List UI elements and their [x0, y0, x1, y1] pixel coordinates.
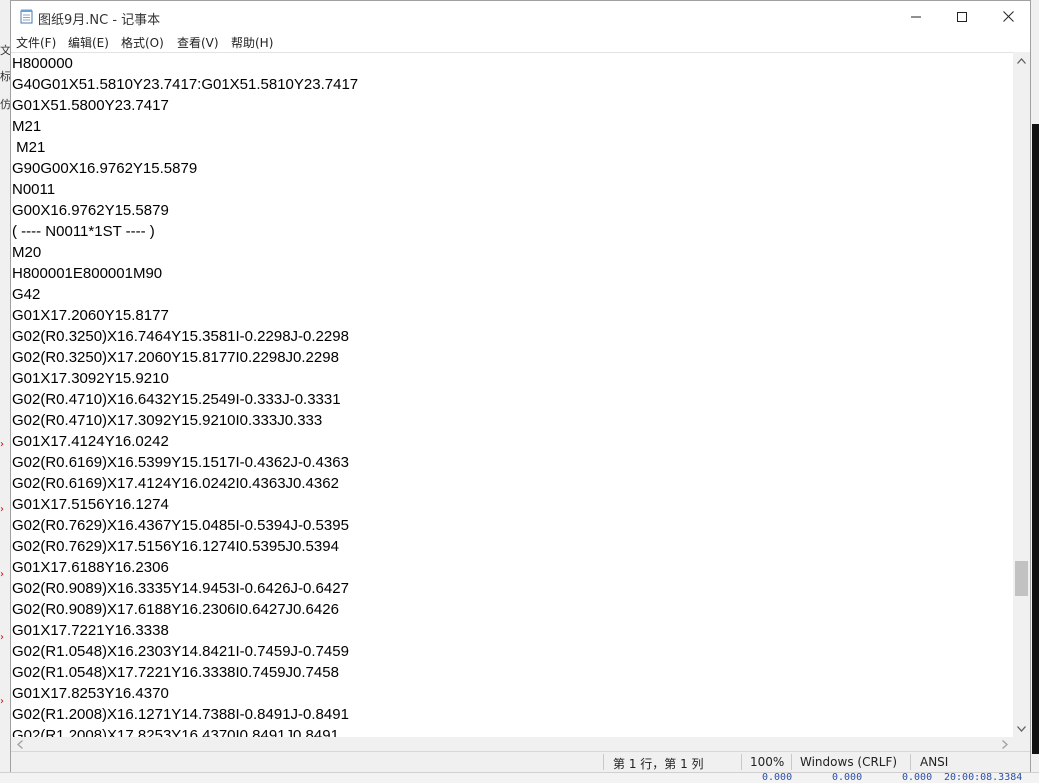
menu-bar: 文件(F) 编辑(E) 格式(O) 查看(V) 帮助(H) — [11, 32, 1030, 52]
text-line: G02(R0.6169)X17.4124Y16.0242I0.4363J0.43… — [12, 475, 339, 492]
line-ending: Windows (CRLF) — [800, 755, 898, 769]
maximize-button[interactable] — [939, 1, 985, 32]
chevron-down-icon — [1017, 725, 1026, 732]
red-chevron-icon: › — [0, 439, 4, 450]
chevron-left-icon — [16, 739, 23, 749]
cursor-position: 第 1 行，第 1 列 — [613, 757, 704, 771]
status-separator — [910, 754, 911, 770]
close-icon — [1002, 11, 1014, 22]
close-button[interactable] — [985, 1, 1031, 32]
background-window-right-edge — [1031, 0, 1039, 782]
text-line: G01X17.6188Y16.2306 — [12, 559, 169, 576]
text-line: G02(R0.9089)X17.6188Y16.2306I0.6427J0.64… — [12, 601, 339, 618]
text-line: G01X17.5156Y16.1274 — [12, 496, 169, 513]
red-chevron-icon: › — [0, 632, 4, 643]
horizontal-scrollbar[interactable] — [11, 737, 1013, 751]
minimize-button[interactable] — [893, 1, 939, 32]
text-line: G02(R1.0548)X17.7221Y16.3338I0.7459J0.74… — [12, 664, 339, 681]
background-window-bottom-edge: 0.000 0.000 0.000 20:00:08.3384 — [0, 772, 1039, 783]
text-line: M21 — [12, 139, 46, 156]
menu-format[interactable]: 格式(O) — [121, 34, 164, 51]
status-bar: 第 1 行，第 1 列 100% Windows (CRLF) ANSI — [11, 751, 1030, 772]
text-line: G02(R0.7629)X17.5156Y16.1274I0.5395J0.53… — [12, 538, 339, 555]
text-line: N0011 — [12, 181, 56, 198]
text-line: G90G00X16.9762Y15.5879 — [12, 160, 198, 177]
text-line: G02(R1.2008)X16.1271Y14.7388I-0.8491J-0.… — [12, 706, 349, 723]
minimize-icon — [911, 16, 921, 17]
title-bar[interactable]: 图纸9月.NC - 记事本 — [11, 1, 1030, 32]
text-line: G01X17.3092Y15.9210 — [12, 370, 169, 387]
text-line: G00X16.9762Y15.5879 — [12, 202, 169, 219]
chevron-up-icon — [1017, 57, 1026, 64]
scroll-up-button[interactable] — [1013, 52, 1030, 69]
text-line: G02(R0.6169)X16.5399Y15.1517I-0.4362J-0.… — [12, 454, 349, 471]
background-value: 0.000 — [902, 772, 933, 783]
background-value: 0.000 — [762, 772, 793, 783]
vertical-scroll-thumb[interactable] — [1015, 561, 1028, 596]
red-chevron-icon: › — [0, 504, 4, 515]
maximize-icon — [957, 11, 967, 22]
scroll-right-button[interactable] — [996, 737, 1013, 751]
notepad-window: 图纸9月.NC - 记事本 文件(F) 编辑(E) 格式(O) 查看(V) 帮助… — [10, 0, 1031, 772]
menu-file[interactable]: 文件(F) — [16, 34, 56, 51]
status-separator — [791, 754, 792, 770]
text-line: M21 — [12, 118, 42, 135]
text-line: G42 — [12, 286, 41, 303]
background-dark-panel — [1032, 124, 1039, 754]
text-line: G01X51.5800Y23.7417 — [12, 97, 169, 114]
text-line: G40G01X51.5810Y23.7417:G01X51.5810Y23.74… — [12, 76, 359, 93]
zoom-level: 100% — [750, 755, 785, 769]
text-line: G02(R0.3250)X16.7464Y15.3581I-0.2298J-0.… — [12, 328, 349, 345]
text-editor[interactable]: H800000 G40G01X51.5810Y23.7417:G01X51.581… — [11, 52, 1013, 738]
menu-help[interactable]: 帮助(H) — [231, 34, 273, 51]
text-line: G02(R0.3250)X17.2060Y15.8177I0.2298J0.22… — [12, 349, 339, 366]
text-line: G02(R0.4710)X17.3092Y15.9210I0.333J0.333 — [12, 412, 323, 429]
text-line: G01X17.4124Y16.0242 — [12, 433, 169, 450]
scrollbar-corner — [1013, 737, 1030, 751]
notepad-icon — [20, 9, 33, 24]
chevron-right-icon — [1001, 739, 1008, 749]
text-line: ( ---- N0011*1ST ---- ) — [12, 223, 155, 240]
red-chevron-icon: › — [0, 696, 4, 707]
text-line: G02(R0.7629)X16.4367Y15.0485I-0.5394J-0.… — [12, 517, 349, 534]
background-value: 20:00:08.3384 — [944, 772, 1023, 783]
text-line: M20 — [12, 244, 42, 261]
text-line: G02(R0.4710)X16.6432Y15.2549I-0.333J-0.3… — [12, 391, 341, 408]
text-line: H800000 — [12, 55, 73, 72]
scroll-down-button[interactable] — [1013, 720, 1030, 737]
vertical-scrollbar[interactable] — [1013, 52, 1030, 737]
text-line: G01X17.2060Y15.8177 — [12, 307, 169, 324]
menu-view[interactable]: 查看(V) — [177, 34, 219, 51]
background-value: 0.000 — [832, 772, 863, 783]
menu-edit[interactable]: 编辑(E) — [68, 34, 109, 51]
text-line: H800001E800001M90 — [12, 265, 163, 282]
scroll-left-button[interactable] — [11, 737, 28, 751]
file-encoding: ANSI — [920, 755, 949, 769]
text-line: G02(R1.0548)X16.2303Y14.8421I-0.7459J-0.… — [12, 643, 349, 660]
text-line: G01X17.8253Y16.4370 — [12, 685, 169, 702]
status-separator — [603, 754, 604, 770]
text-line: G02(R0.9089)X16.3335Y14.9453I-0.6426J-0.… — [12, 580, 349, 597]
status-separator — [741, 754, 742, 770]
window-title: 图纸9月.NC - 记事本 — [38, 13, 161, 28]
text-line: G01X17.7221Y16.3338 — [12, 622, 169, 639]
red-chevron-icon: › — [0, 569, 4, 580]
